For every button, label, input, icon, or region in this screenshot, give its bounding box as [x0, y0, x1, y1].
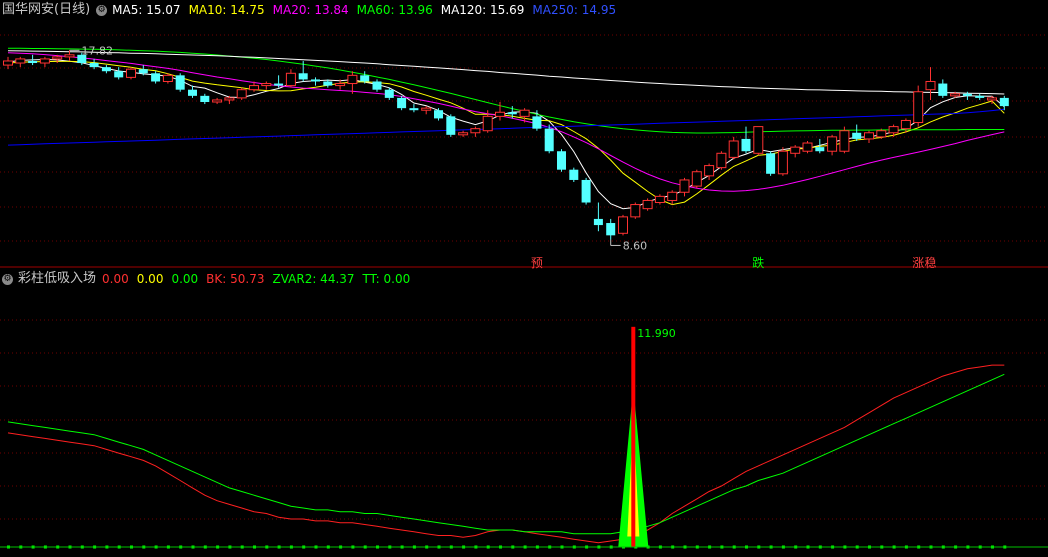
candle-body — [642, 199, 653, 210]
candle-body — [654, 195, 665, 204]
candle-body — [101, 67, 111, 72]
signal-label: 跌 — [752, 255, 764, 270]
high-price-label: 17.82 — [82, 44, 114, 57]
series-line-zvar2 — [7, 373, 1005, 535]
candle-body — [15, 58, 26, 64]
candle-body — [64, 54, 75, 58]
candle-body — [151, 73, 161, 82]
candle-body — [630, 204, 641, 218]
candle-body — [900, 119, 911, 130]
candle-body — [839, 130, 850, 152]
candle-body — [397, 97, 407, 109]
candle-body — [876, 130, 887, 138]
candle-body — [581, 179, 591, 203]
candle-body — [89, 63, 99, 68]
candle-body — [679, 179, 690, 193]
candle-body — [52, 56, 63, 60]
candle-body — [384, 89, 394, 98]
candle-body — [507, 112, 517, 115]
candle-body — [790, 146, 801, 154]
candle-body — [716, 152, 727, 169]
candle-body — [864, 132, 874, 140]
candle-body — [200, 95, 210, 102]
spike-peak-label: 11.990 — [637, 327, 676, 340]
candle-body — [913, 91, 924, 124]
candle-body — [335, 83, 346, 87]
chart-canvas[interactable]: 17.82 8.60 预 跌 涨稳 11.990 — [0, 0, 1048, 557]
signal-label: 稳 — [925, 255, 937, 270]
candle-body — [987, 97, 997, 101]
series-line-bk — [7, 364, 1005, 544]
candle-body — [274, 83, 284, 86]
candle-body — [741, 138, 751, 152]
candle-body — [114, 71, 124, 78]
candle-body — [347, 74, 358, 85]
candle-body — [802, 142, 813, 152]
candle-body — [372, 81, 382, 90]
candle-body — [999, 97, 1009, 107]
candle-body — [482, 115, 493, 132]
candle-body — [162, 74, 173, 82]
candle-body — [3, 60, 13, 66]
candle-body — [827, 136, 838, 152]
series-line-ma250 — [7, 108, 1005, 146]
candle-body — [446, 116, 456, 135]
candle-body — [532, 116, 542, 129]
candle-body — [212, 99, 223, 103]
candle-body — [753, 126, 764, 154]
low-price-label: 8.60 — [623, 239, 648, 252]
signal-label: 预 — [531, 256, 543, 270]
candle-body — [28, 60, 38, 64]
candle-body — [249, 85, 259, 91]
candle-body — [938, 83, 948, 96]
candle-body — [962, 93, 972, 96]
candle-body — [557, 151, 566, 170]
candle-body — [667, 191, 678, 201]
candle-body — [360, 75, 370, 82]
candle-body — [728, 140, 739, 158]
candle-body — [421, 107, 432, 111]
signal-label: 涨 — [912, 255, 924, 270]
candle-body — [188, 89, 197, 96]
candle-body — [126, 68, 136, 78]
candle-body — [606, 223, 616, 236]
candle-body — [409, 108, 419, 111]
candle-body — [519, 109, 530, 117]
candle-body — [298, 73, 308, 80]
candle-body — [544, 128, 554, 152]
candle-body — [261, 83, 272, 87]
candle-body — [39, 58, 50, 64]
candle-body — [495, 111, 505, 117]
candle-body — [766, 153, 776, 174]
candle-body — [618, 216, 628, 234]
candle-body — [224, 97, 235, 101]
spike-column-red — [631, 326, 636, 547]
candle-body — [925, 80, 936, 91]
candle-body — [950, 93, 961, 97]
candle-body — [704, 165, 715, 177]
candle-body — [593, 218, 603, 226]
candle-body — [975, 95, 985, 98]
candle-body — [434, 110, 443, 119]
candle-body — [569, 169, 579, 180]
series-line-ma120 — [7, 50, 1005, 95]
candle-body — [777, 150, 788, 175]
candle-body — [311, 79, 320, 82]
candle-body — [236, 89, 247, 99]
candle-body — [285, 72, 296, 87]
candle-body — [458, 132, 469, 136]
candle-body — [888, 126, 899, 134]
candle-body — [852, 132, 862, 139]
candle-body — [470, 128, 481, 134]
candle-body — [175, 75, 185, 90]
candle-body — [138, 69, 148, 74]
candle-body — [691, 171, 702, 187]
candle-body — [323, 81, 333, 86]
candle-body — [815, 147, 825, 152]
